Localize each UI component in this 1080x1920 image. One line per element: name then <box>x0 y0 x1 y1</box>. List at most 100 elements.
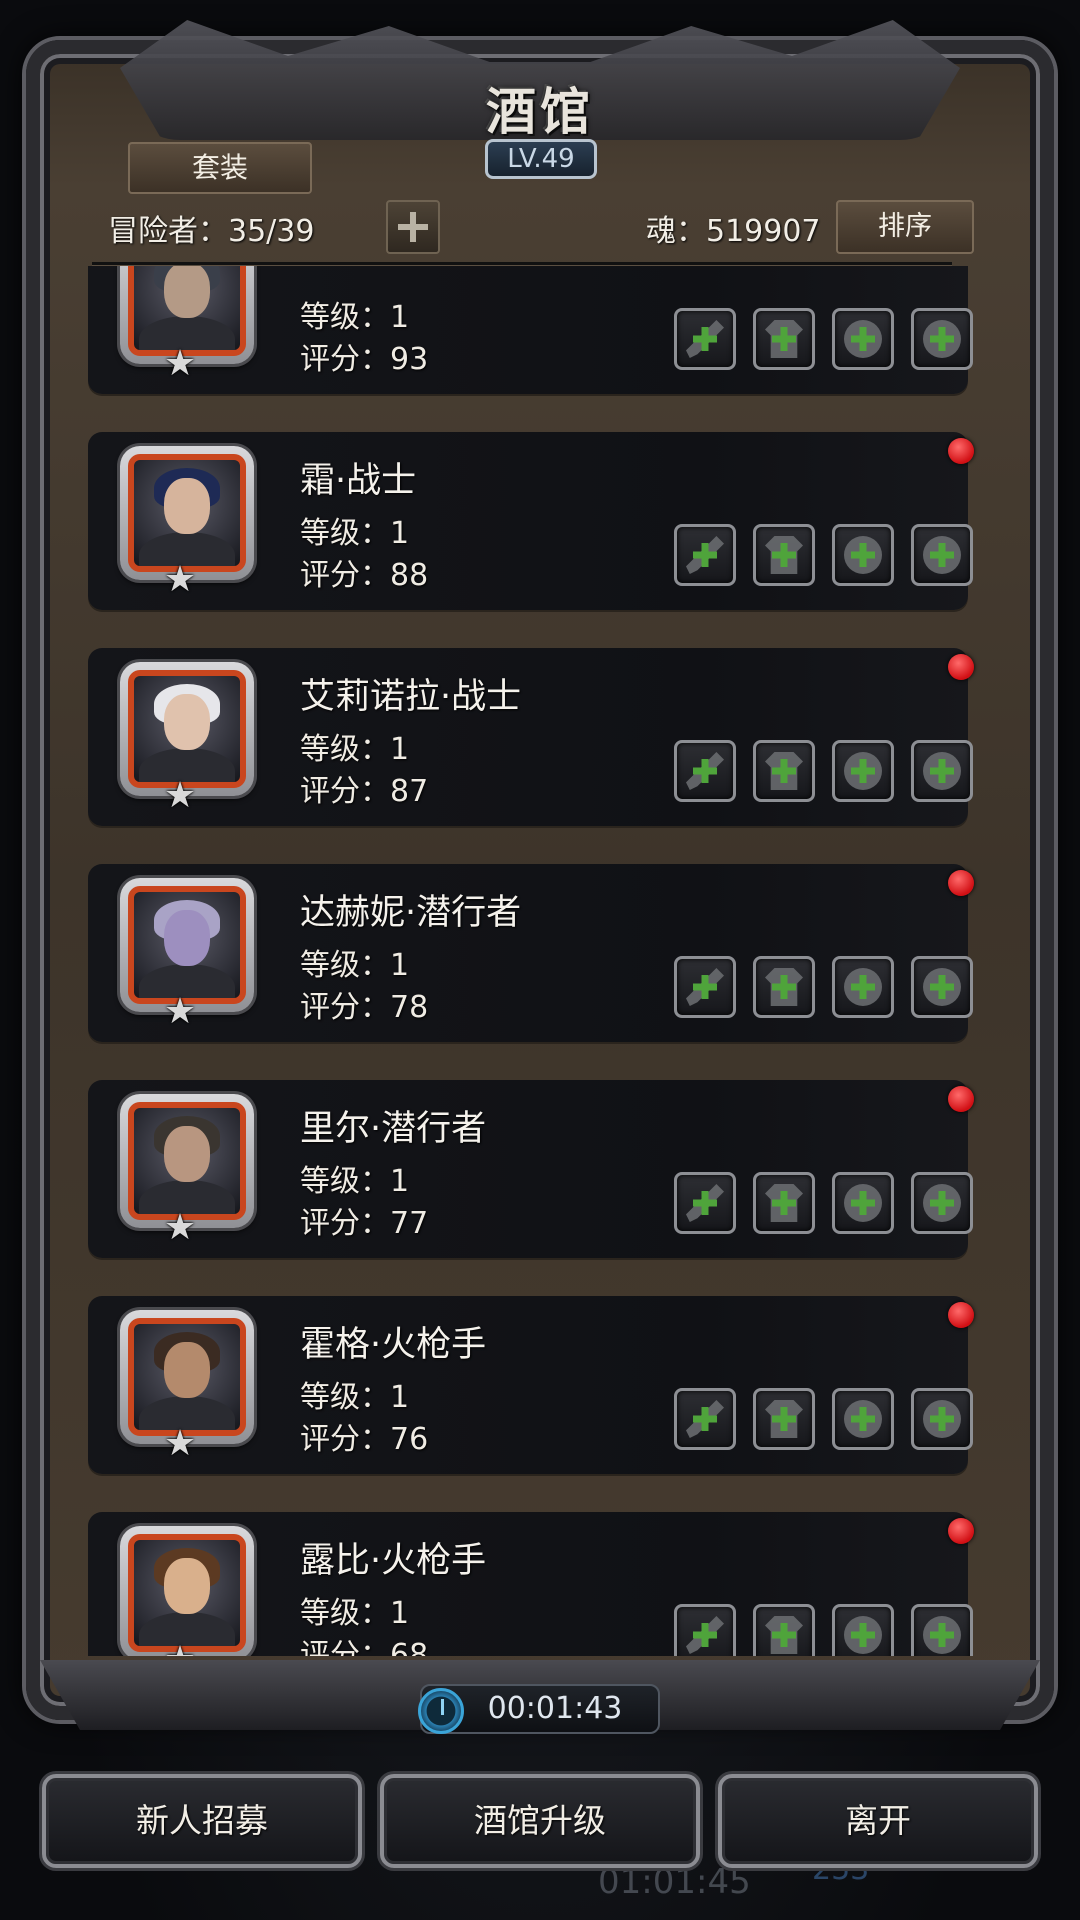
hero-card[interactable]: ★ 露比·火枪手等级：1 评分：68 <box>88 1512 974 1657</box>
ring-slot[interactable] <box>832 1388 894 1450</box>
weapon-slot[interactable] <box>674 308 736 370</box>
hero-card[interactable]: ★ 艾莉诺拉·战士 等级：1 评分：87 <box>88 648 974 826</box>
amulet-slot[interactable] <box>911 1172 973 1234</box>
hero-portrait[interactable] <box>120 1526 254 1656</box>
ring-slot[interactable] <box>832 308 894 370</box>
new-indicator-dot <box>948 1086 974 1112</box>
plus-icon <box>772 1407 796 1431</box>
adventurer-count: 冒险者：35/39 <box>108 214 315 249</box>
plus-icon <box>772 759 796 783</box>
ring-slot[interactable] <box>832 740 894 802</box>
plus-icon <box>851 543 875 567</box>
hero-name: 艾莉诺拉·战士 <box>300 677 522 717</box>
amulet-slot[interactable] <box>911 1604 973 1656</box>
hero-level: 等级：1 <box>300 1596 410 1631</box>
hero-name: 霍格·火枪手 <box>300 1325 487 1365</box>
hero-card[interactable]: ★ 霍格·火枪手 等级：1 评分：76 <box>88 1296 974 1474</box>
armor-slot[interactable] <box>753 956 815 1018</box>
amulet-slot[interactable] <box>911 1388 973 1450</box>
add-slot-button[interactable] <box>386 200 440 254</box>
star-icon: ★ <box>163 1207 197 1248</box>
amulet-slot[interactable] <box>911 956 973 1018</box>
sort-button[interactable]: 排序 <box>836 200 974 254</box>
hero-score: 评分：78 <box>300 990 429 1025</box>
hero-name: 达赫妮·潜行者 <box>300 893 522 933</box>
hero-card[interactable]: ★ 里尔·潜行者等级：1 评分：77 <box>88 1080 974 1258</box>
leave-button[interactable]: 离开 <box>718 1774 1038 1868</box>
star-icon: ★ <box>163 343 197 384</box>
plus-icon <box>930 975 954 999</box>
new-indicator-dot <box>948 870 974 896</box>
hero-score: 评分：87 <box>300 774 429 809</box>
new-indicator-dot <box>948 654 974 680</box>
recruit-button[interactable]: 新人招募 <box>42 1774 362 1868</box>
armor-slot[interactable] <box>753 1172 815 1234</box>
soul-currency: 魂：519907 <box>646 214 821 249</box>
armor-slot[interactable] <box>753 740 815 802</box>
tavern-level-badge: LV.49 <box>485 139 597 179</box>
new-indicator-dot <box>948 438 974 464</box>
plus-icon <box>772 543 796 567</box>
hero-avatar <box>128 454 246 572</box>
hero-score: 评分：93 <box>300 342 429 377</box>
star-icon: ★ <box>160 1640 200 1657</box>
star-icon: ★ <box>163 991 197 1032</box>
hero-avatar <box>128 1534 246 1652</box>
hero-score: 评分：68 <box>300 1638 429 1656</box>
plus-icon <box>693 759 717 783</box>
new-indicator-dot <box>948 1302 974 1328</box>
star-icon: ★ <box>163 559 197 600</box>
upgrade-tavern-button[interactable]: 酒馆升级 <box>380 1774 700 1868</box>
plus-icon <box>930 759 954 783</box>
amulet-slot[interactable] <box>911 524 973 586</box>
weapon-slot[interactable] <box>674 1604 736 1656</box>
armor-slot[interactable] <box>753 1604 815 1656</box>
ring-slot[interactable] <box>832 524 894 586</box>
plus-icon <box>693 543 717 567</box>
plus-icon <box>693 1623 717 1647</box>
hero-score: 评分：77 <box>300 1206 429 1241</box>
plus-icon <box>851 1407 875 1431</box>
plus-icon <box>772 327 796 351</box>
hero-level: 等级：1 <box>300 1380 410 1415</box>
hero-score: 评分：76 <box>300 1422 429 1457</box>
plus-icon <box>693 975 717 999</box>
weapon-slot[interactable] <box>674 1388 736 1450</box>
amulet-slot[interactable] <box>911 740 973 802</box>
plus-icon <box>930 327 954 351</box>
plus-icon <box>772 975 796 999</box>
plus-icon <box>930 1191 954 1215</box>
plus-icon <box>851 327 875 351</box>
set-button[interactable]: 套装 <box>128 142 312 194</box>
hero-list[interactable]: ★ 等级：1 评分：93 ★ 霜·战士 等级：1 评分：88 ★ 艾莉诺拉·战士 等级：1 评分：8… <box>60 266 1020 1656</box>
hero-avatar <box>128 1318 246 1436</box>
plus-icon <box>851 759 875 783</box>
plus-icon <box>851 975 875 999</box>
ring-slot[interactable] <box>832 1604 894 1656</box>
clock-icon <box>418 1688 464 1734</box>
hero-level: 等级：1 <box>300 300 410 335</box>
ring-slot[interactable] <box>832 1172 894 1234</box>
weapon-slot[interactable] <box>674 956 736 1018</box>
panel-title: 酒馆 <box>486 83 594 141</box>
plus-icon <box>930 1623 954 1647</box>
amulet-slot[interactable] <box>911 308 973 370</box>
weapon-slot[interactable] <box>674 740 736 802</box>
weapon-slot[interactable] <box>674 524 736 586</box>
plus-icon <box>693 1191 717 1215</box>
armor-slot[interactable] <box>753 1388 815 1450</box>
armor-slot[interactable] <box>753 524 815 586</box>
plus-icon <box>693 1407 717 1431</box>
hero-card[interactable]: ★ 达赫妮·潜行者等级：1 评分：78 <box>88 864 974 1042</box>
ring-slot[interactable] <box>832 956 894 1018</box>
hero-card[interactable]: ★ 霜·战士 等级：1 评分：88 <box>88 432 974 610</box>
hero-name: 里尔·潜行者 <box>300 1109 487 1149</box>
hero-name: 霜·战士 <box>300 461 417 501</box>
plus-icon <box>851 1191 875 1215</box>
star-icon: ★ <box>163 775 197 816</box>
armor-slot[interactable] <box>753 308 815 370</box>
hero-level: 等级：1 <box>300 1164 410 1199</box>
hero-level: 等级：1 <box>300 948 410 983</box>
hero-card[interactable]: ★ 等级：1 评分：93 <box>88 266 973 394</box>
weapon-slot[interactable] <box>674 1172 736 1234</box>
